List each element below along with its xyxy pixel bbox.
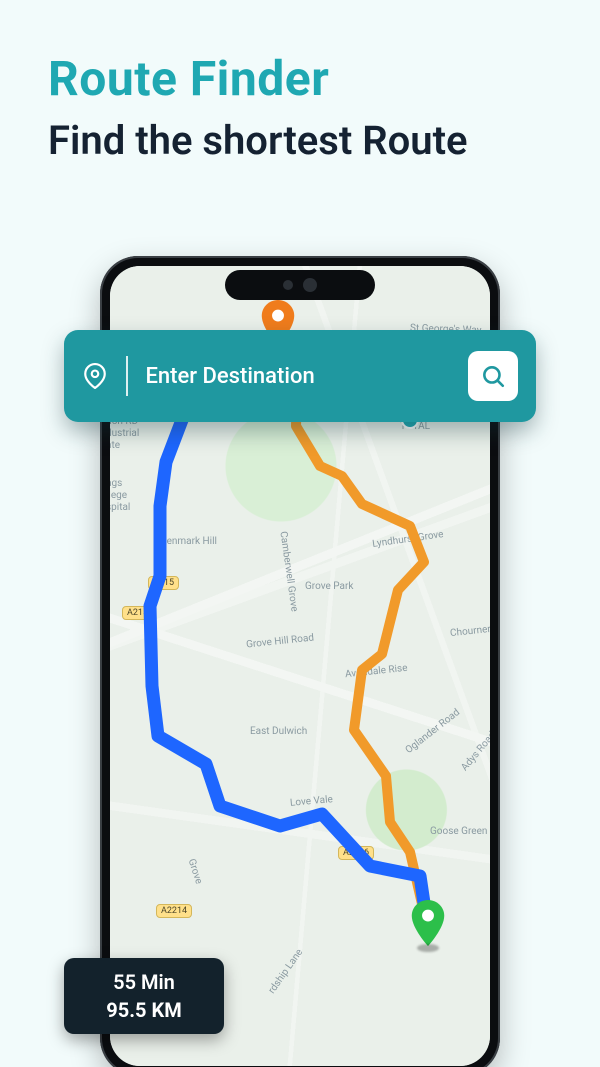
route-stats-chip: 55 Min 95.5 KM (64, 958, 224, 1034)
promo-page: Route Finder Find the shortest Route Bur… (0, 0, 600, 1067)
divider (126, 356, 128, 396)
hero: Route Finder Find the shortest Route (0, 0, 600, 164)
search-button[interactable] (468, 351, 518, 401)
route-distance: 95.5 KM (90, 998, 198, 1022)
search-icon (480, 363, 506, 389)
destination-search-bar[interactable]: Enter Destination (64, 330, 536, 422)
page-subtitle: Find the shortest Route (48, 117, 552, 164)
page-title: Route Finder (48, 50, 552, 107)
location-pin-icon (82, 363, 108, 389)
phone-notch (225, 270, 375, 300)
destination-input[interactable]: Enter Destination (146, 364, 469, 389)
route-duration: 55 Min (90, 970, 198, 994)
